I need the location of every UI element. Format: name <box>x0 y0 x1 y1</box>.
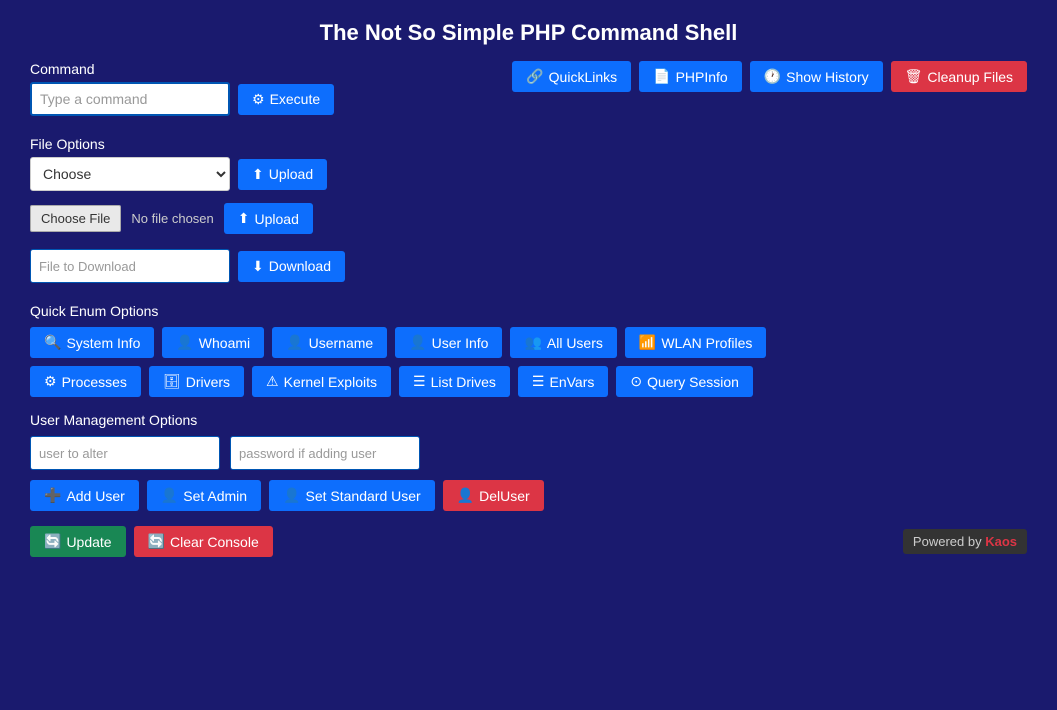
cleanup-files-button[interactable]: 🗑 Cleanup Files <box>891 61 1027 92</box>
link-icon: 🔗 <box>526 68 543 85</box>
kernel-exploits-button[interactable]: ⚠ Kernel Exploits <box>252 366 391 397</box>
query-session-button[interactable]: ⊙ Query Session <box>616 366 753 397</box>
user2-icon: 👤 <box>286 334 303 351</box>
file-icon: 📄 <box>653 68 670 85</box>
bottom-row: 🔄 Update 🔄 Clear Console Powered by Kaos <box>30 526 1027 557</box>
file-options-select[interactable]: Choose <box>30 157 230 191</box>
quick-enum-row2: ⚙ Processes 🗄 Drivers ⚠ Kernel Exploits … <box>30 366 1027 397</box>
envars-button[interactable]: ☰ EnVars <box>518 366 608 397</box>
drivers-button[interactable]: 🗄 Drivers <box>149 366 244 397</box>
choose-file-button[interactable]: Choose File <box>30 205 121 232</box>
file-options-section: File Options Choose ⬆ Upload <box>30 136 1027 191</box>
phpinfo-button[interactable]: 📄 PHPInfo <box>639 61 742 92</box>
circle-icon: ⊙ <box>630 373 642 390</box>
wifi-icon: 📶 <box>639 334 656 351</box>
user-inputs-row <box>30 436 1027 470</box>
execute-button[interactable]: ⚙ Execute <box>238 84 334 115</box>
user-mgmt-label: User Management Options <box>30 412 1027 428</box>
upload2-button[interactable]: ⬆ Upload <box>224 203 313 234</box>
download-icon: ⬇ <box>252 258 264 275</box>
user-icon: 👤 <box>176 334 193 351</box>
set-admin-button[interactable]: 👤 Set Admin <box>147 480 261 511</box>
user-info-button[interactable]: 👤 User Info <box>395 327 502 358</box>
del-user-button[interactable]: 👤 DelUser <box>443 480 544 511</box>
search-icon: 🔍 <box>44 334 61 351</box>
download-input[interactable] <box>30 249 230 283</box>
set-standard-user-button[interactable]: 👤 Set Standard User <box>269 480 435 511</box>
user-mgmt-buttons: ➕ Add User 👤 Set Admin 👤 Set Standard Us… <box>30 480 1027 511</box>
upload-icon: ⬆ <box>252 166 264 183</box>
system-info-button[interactable]: 🔍 System Info <box>30 327 154 358</box>
wlan-button[interactable]: 📶 WLAN Profiles <box>625 327 766 358</box>
gear2-icon: ⚙ <box>44 373 57 390</box>
database-icon: 🗄 <box>163 373 181 390</box>
update-button[interactable]: 🔄 Update <box>30 526 126 557</box>
clear-console-button[interactable]: 🔄 Clear Console <box>134 526 273 557</box>
processes-button[interactable]: ⚙ Processes <box>30 366 141 397</box>
command-label: Command <box>30 61 512 77</box>
list2-icon: ☰ <box>532 373 545 390</box>
warning-icon: ⚠ <box>266 373 279 390</box>
refresh-icon: 🔄 <box>44 533 61 550</box>
list-drives-button[interactable]: ☰ List Drives <box>399 366 510 397</box>
file-chooser-row: Choose File No file chosen ⬆ Upload <box>30 203 1027 234</box>
user-to-alter-input[interactable] <box>30 436 220 470</box>
upload-button[interactable]: ⬆ Upload <box>238 159 327 190</box>
kaos-label: Kaos <box>985 534 1017 549</box>
history-icon: 🕐 <box>764 68 781 85</box>
command-input[interactable] <box>30 82 230 116</box>
password-input[interactable] <box>230 436 420 470</box>
top-buttons-group: 🔗 QuickLinks 📄 PHPInfo 🕐 Show History 🗑 … <box>512 61 1027 92</box>
whoami-button[interactable]: 👤 Whoami <box>162 327 264 358</box>
page-title: The Not So Simple PHP Command Shell <box>0 0 1057 61</box>
no-file-label: No file chosen <box>131 211 213 226</box>
username-button[interactable]: 👤 Username <box>272 327 387 358</box>
add-user-icon: ➕ <box>44 487 61 504</box>
users-icon: 👥 <box>524 334 541 351</box>
admin-icon: 👤 <box>161 487 178 504</box>
trash-icon: 🗑 <box>905 68 923 85</box>
add-user-button[interactable]: ➕ Add User <box>30 480 139 511</box>
quick-enum-section: Quick Enum Options 🔍 System Info 👤 Whoam… <box>30 303 1027 397</box>
quick-enum-row1: 🔍 System Info 👤 Whoami 👤 Username 👤 User… <box>30 327 1027 358</box>
clear-icon: 🔄 <box>148 533 165 550</box>
all-users-button[interactable]: 👥 All Users <box>510 327 616 358</box>
list-icon: ☰ <box>413 373 426 390</box>
del-user-icon: 👤 <box>457 487 474 504</box>
quick-enum-label: Quick Enum Options <box>30 303 1027 319</box>
powered-by: Powered by Kaos <box>903 529 1027 554</box>
user3-icon: 👤 <box>409 334 426 351</box>
download-row: ⬇ Download <box>30 249 1027 283</box>
quicklinks-button[interactable]: 🔗 QuickLinks <box>512 61 631 92</box>
standard-user-icon: 👤 <box>283 487 300 504</box>
gear-icon: ⚙ <box>252 91 265 108</box>
show-history-button[interactable]: 🕐 Show History <box>750 61 883 92</box>
user-mgmt-section: User Management Options ➕ Add User 👤 Set… <box>30 412 1027 511</box>
download-button[interactable]: ⬇ Download <box>238 251 345 282</box>
file-options-label: File Options <box>30 136 1027 152</box>
upload2-icon: ⬆ <box>238 210 250 227</box>
